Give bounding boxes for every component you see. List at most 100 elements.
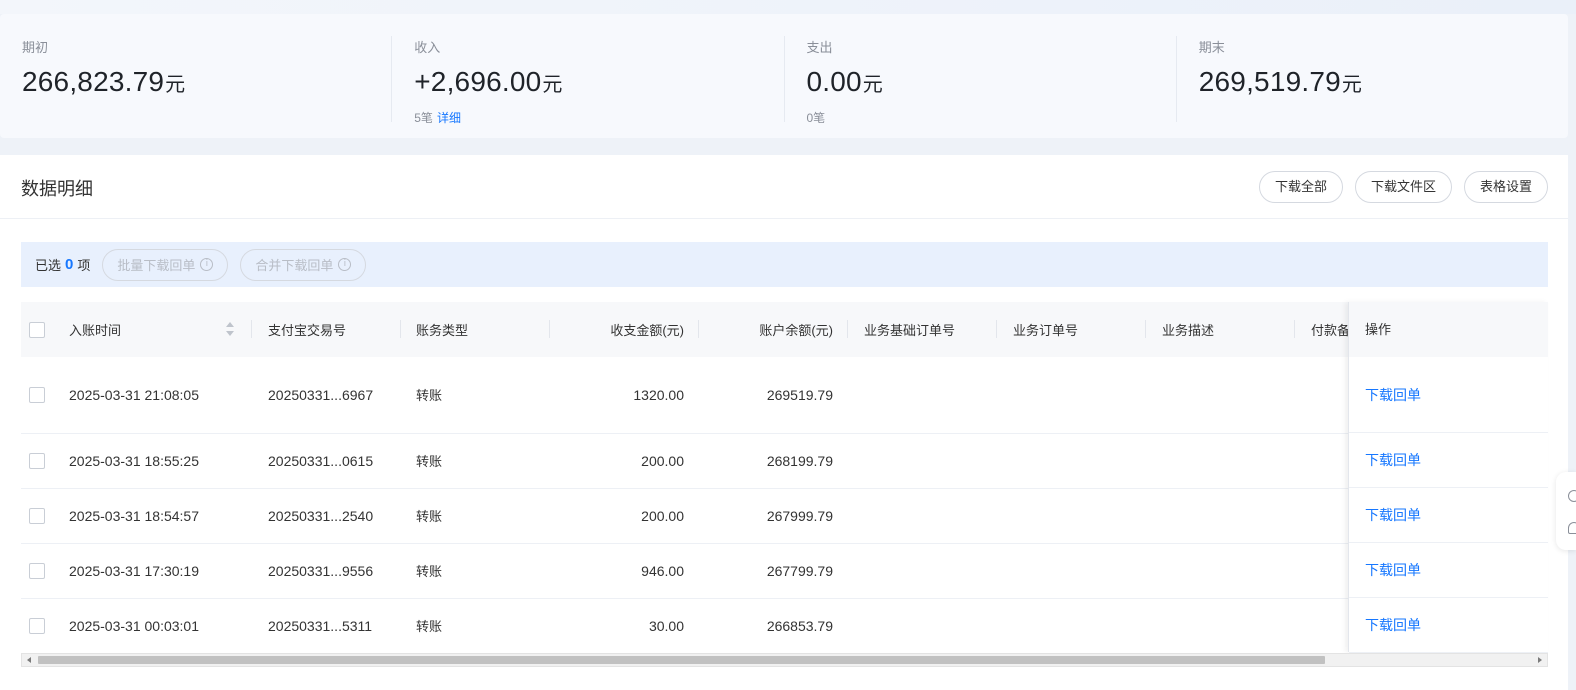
stat-value: 266,823.79元 bbox=[22, 64, 391, 103]
cell-base-order bbox=[848, 433, 997, 489]
cell-trade-no: 20250331...6967 bbox=[252, 357, 401, 434]
row-checkbox[interactable] bbox=[29, 562, 45, 579]
col-label: 收支金额(元) bbox=[610, 323, 684, 338]
col-label: 业务订单号 bbox=[1013, 323, 1079, 338]
batch-download-button[interactable]: 批量下载回单 i bbox=[102, 248, 229, 281]
stat-expense: 支出 0.00元 0笔 bbox=[783, 14, 1176, 138]
col-label: 业务描述 bbox=[1162, 323, 1215, 338]
cell-order bbox=[997, 488, 1146, 544]
stat-count: 5笔 bbox=[414, 111, 433, 125]
stat-label: 收入 bbox=[414, 40, 441, 55]
download-receipt-link[interactable]: 下载回单 bbox=[1365, 560, 1421, 580]
selection-bar: 已选 0 项 批量下载回单 i 合并下载回单 i bbox=[21, 242, 1548, 287]
stat-sub: 5笔 详细 bbox=[414, 109, 783, 126]
col-time[interactable]: 入账时间 bbox=[53, 302, 252, 357]
cell-amount: 30.00 bbox=[550, 598, 699, 652]
stat-amount: 269,519.79 bbox=[1198, 66, 1341, 97]
stat-opening: 期初 266,823.79元 bbox=[0, 14, 391, 138]
cell-base-order bbox=[848, 543, 997, 599]
action-cell: 下载回单 bbox=[1349, 543, 1548, 598]
stat-value: 0.00元 bbox=[807, 64, 1176, 103]
col-order: 业务订单号 bbox=[997, 302, 1146, 357]
col-balance: 账户余额(元) bbox=[699, 302, 848, 357]
cell-amount: 1320.00 bbox=[550, 357, 699, 434]
detail-link[interactable]: 详细 bbox=[437, 111, 461, 125]
scrollbar-thumb[interactable] bbox=[38, 656, 1325, 664]
cell-amount: 946.00 bbox=[550, 543, 699, 599]
row-checkbox[interactable] bbox=[29, 386, 45, 403]
cell-time: 2025-03-31 18:55:25 bbox=[53, 433, 252, 489]
download-receipt-link[interactable]: 下载回单 bbox=[1365, 615, 1421, 635]
row-select-cell bbox=[21, 543, 53, 599]
stat-label: 期末 bbox=[1198, 40, 1225, 55]
cell-trade-no: 20250331...2540 bbox=[252, 488, 401, 544]
floating-side-toolbar bbox=[1556, 472, 1576, 550]
cell-desc bbox=[1146, 357, 1295, 434]
cell-balance: 269519.79 bbox=[699, 357, 848, 434]
panel-header: 数据明细 下载全部 下载文件区 表格设置 bbox=[0, 155, 1568, 219]
col-base-order: 业务基础订单号 bbox=[848, 302, 997, 357]
cell-trade-no: 20250331...0615 bbox=[252, 433, 401, 489]
action-cell: 下载回单 bbox=[1349, 488, 1548, 543]
table-row: 2025-03-31 18:55:25 20250331...0615 转账 2… bbox=[21, 433, 1541, 489]
cell-desc bbox=[1146, 433, 1295, 489]
download-receipt-link[interactable]: 下载回单 bbox=[1365, 450, 1421, 470]
cell-type: 转账 bbox=[401, 433, 550, 489]
data-table: 入账时间 支付宝交易号 账务类型 收支金额(元) 账户余额(元) 业务基础订单号… bbox=[21, 302, 1541, 652]
col-label: 支付宝交易号 bbox=[268, 323, 347, 338]
help-icon[interactable] bbox=[1568, 490, 1576, 502]
stat-count: 0笔 bbox=[806, 111, 826, 125]
row-checkbox[interactable] bbox=[29, 507, 45, 524]
cell-order bbox=[997, 357, 1146, 434]
stat-closing: 期末 269,519.79元 bbox=[1175, 14, 1568, 138]
col-label: 账务类型 bbox=[416, 323, 469, 338]
stat-unit: 元 bbox=[165, 74, 186, 96]
scroll-right-arrow-icon[interactable] bbox=[1538, 657, 1542, 663]
table-row: 2025-03-31 21:08:05 20250331...6967 转账 1… bbox=[21, 357, 1541, 434]
table-settings-button[interactable]: 表格设置 bbox=[1463, 171, 1548, 203]
headset-icon[interactable] bbox=[1568, 522, 1576, 534]
col-type: 账务类型 bbox=[401, 302, 550, 357]
download-all-button[interactable]: 下载全部 bbox=[1258, 171, 1343, 203]
col-amount: 收支金额(元) bbox=[550, 302, 699, 357]
stat-label: 支出 bbox=[806, 40, 833, 55]
cell-order bbox=[997, 433, 1146, 489]
cell-balance: 267999.79 bbox=[699, 488, 848, 544]
col-label: 入账时间 bbox=[69, 323, 122, 338]
download-files-button[interactable]: 下载文件区 bbox=[1354, 171, 1452, 203]
table-row: 2025-03-31 18:54:57 20250331...2540 转账 2… bbox=[21, 488, 1541, 544]
selection-count: 0 bbox=[65, 256, 74, 273]
cell-time: 2025-03-31 17:30:19 bbox=[53, 543, 252, 599]
scroll-left-arrow-icon[interactable] bbox=[27, 657, 31, 663]
action-cell: 下载回单 bbox=[1349, 357, 1548, 433]
cell-base-order bbox=[848, 488, 997, 544]
top-strip bbox=[0, 0, 1576, 14]
cell-time: 2025-03-31 21:08:05 bbox=[53, 357, 252, 434]
col-label: 账户余额(元) bbox=[759, 323, 833, 338]
row-select-cell bbox=[21, 357, 53, 434]
table-row: 2025-03-31 17:30:19 20250331...9556 转账 9… bbox=[21, 543, 1541, 599]
cell-base-order bbox=[848, 598, 997, 652]
row-checkbox[interactable] bbox=[29, 452, 45, 469]
horizontal-scrollbar[interactable] bbox=[21, 653, 1548, 667]
data-detail-panel: 数据明细 下载全部 下载文件区 表格设置 已选 0 项 批量下载回单 i 合并下… bbox=[0, 155, 1568, 690]
panel-title: 数据明细 bbox=[21, 179, 93, 199]
stat-unit: 元 bbox=[542, 74, 563, 96]
cell-type: 转账 bbox=[401, 598, 550, 652]
row-select-cell bbox=[21, 488, 53, 544]
download-receipt-link[interactable]: 下载回单 bbox=[1365, 385, 1421, 405]
download-receipt-link[interactable]: 下载回单 bbox=[1365, 505, 1421, 525]
col-label: 业务基础订单号 bbox=[864, 323, 956, 338]
stat-value: +2,696.00元 bbox=[414, 64, 783, 103]
action-cell: 下载回单 bbox=[1349, 433, 1548, 488]
row-checkbox[interactable] bbox=[29, 617, 45, 634]
stat-label: 期初 bbox=[22, 40, 49, 55]
merge-download-label: 合并下载回单 bbox=[255, 258, 334, 273]
sort-icon[interactable] bbox=[226, 322, 234, 336]
row-select-cell bbox=[21, 433, 53, 489]
table-scroll-area: 入账时间 支付宝交易号 账务类型 收支金额(元) 账户余额(元) 业务基础订单号… bbox=[21, 302, 1548, 652]
merge-download-button[interactable]: 合并下载回单 i bbox=[240, 248, 367, 281]
stat-unit: 元 bbox=[862, 74, 883, 96]
cell-balance: 267799.79 bbox=[699, 543, 848, 599]
select-all-checkbox[interactable] bbox=[29, 321, 45, 338]
